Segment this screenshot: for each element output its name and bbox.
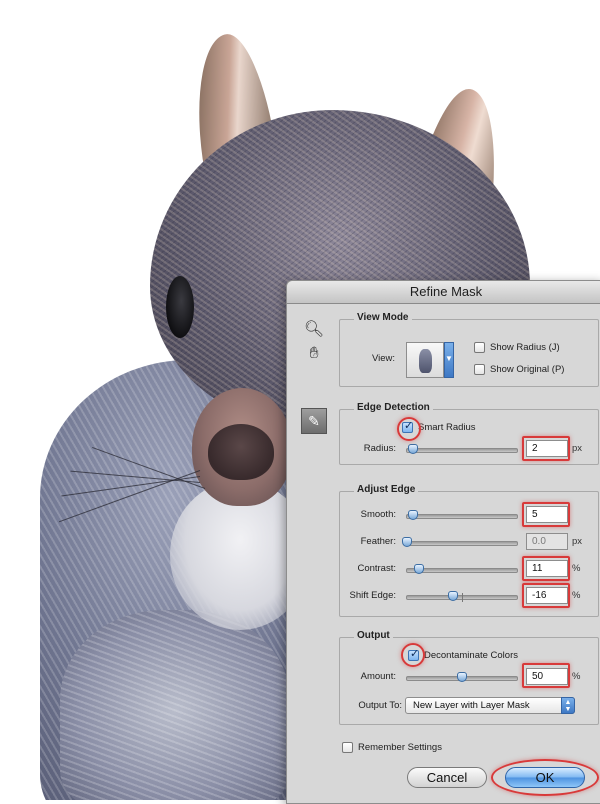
squirrel-arm — [60, 610, 290, 800]
adjust-edge-title: Adjust Edge — [354, 484, 419, 495]
view-mode-thumbnail[interactable] — [406, 342, 444, 378]
output-to-label: Output To: — [358, 700, 402, 711]
edge-detection-title: Edge Detection — [354, 402, 433, 413]
view-thumbnail-image — [419, 349, 432, 373]
contrast-unit: % — [572, 563, 581, 574]
shift-edge-unit: % — [572, 590, 581, 601]
feather-slider[interactable] — [402, 537, 518, 547]
shift-edge-slider[interactable] — [406, 591, 518, 602]
show-original-label: Show Original (P) — [490, 364, 565, 375]
shift-edge-slider-thumb[interactable] — [448, 591, 459, 601]
contrast-slider-thumb[interactable] — [414, 564, 425, 574]
view-label: View: — [372, 353, 396, 364]
feather-label: Feather: — [360, 536, 396, 547]
show-radius-checkbox[interactable] — [474, 342, 485, 353]
radius-label: Radius: — [363, 443, 396, 454]
highlight-box-amount — [522, 663, 570, 688]
highlight-box-contrast — [522, 556, 570, 581]
view-mode-dropdown-arrow-icon[interactable]: ▼ — [444, 342, 454, 378]
radius-slider-thumb[interactable] — [407, 444, 418, 454]
amount-slider[interactable] — [406, 672, 518, 682]
cancel-button[interactable]: Cancel — [407, 767, 487, 788]
feather-unit: px — [572, 536, 583, 547]
smooth-label: Smooth: — [360, 509, 396, 520]
feather-input[interactable]: 0.0 — [526, 533, 568, 550]
highlight-ring-ok — [491, 759, 599, 796]
select-arrows-icon: ▲ ▼ — [561, 697, 575, 714]
show-original-checkbox[interactable] — [474, 364, 485, 375]
refine-radius-brush-icon[interactable]: ✎ — [301, 408, 327, 434]
show-radius-label: Show Radius (J) — [490, 342, 560, 353]
output-to-value: New Layer with Layer Mask — [413, 700, 530, 711]
output-to-select[interactable]: New Layer with Layer Mask ▲ ▼ — [405, 697, 575, 714]
amount-slider-thumb[interactable] — [457, 672, 467, 682]
shift-edge-center-tick — [462, 593, 463, 602]
shift-edge-label: Shift Edge: — [349, 590, 396, 601]
radius-slider[interactable] — [406, 444, 518, 454]
highlight-box-shift-edge — [522, 583, 570, 608]
highlight-ring-smart-radius — [397, 417, 421, 441]
hand-tool-icon[interactable]: ✋︎ — [303, 343, 325, 365]
highlight-box-radius — [522, 436, 570, 461]
smooth-slider[interactable] — [406, 510, 518, 520]
output-title: Output — [354, 630, 393, 641]
radius-unit: px — [572, 443, 583, 454]
view-mode-title: View Mode — [354, 312, 412, 323]
amount-label: Amount: — [360, 671, 396, 682]
contrast-slider[interactable] — [406, 564, 518, 574]
squirrel-nose — [208, 424, 274, 480]
smooth-slider-thumb[interactable] — [407, 510, 418, 520]
remember-settings-checkbox[interactable] — [342, 742, 353, 753]
squirrel-eye — [166, 276, 194, 338]
zoom-tool-icon[interactable]: 🔍︎ — [303, 319, 325, 341]
amount-unit: % — [572, 671, 581, 682]
refine-mask-dialog: Refine Mask 🔍︎ ✋︎ ✎ View Mode View: ▼ Sh… — [286, 280, 600, 804]
highlight-box-smooth — [522, 502, 570, 527]
contrast-label: Contrast: — [357, 563, 396, 574]
feather-slider-thumb[interactable] — [402, 537, 412, 547]
dialog-title: Refine Mask — [287, 281, 600, 304]
smart-radius-label: Smart Radius — [418, 422, 476, 433]
remember-settings-label: Remember Settings — [358, 742, 442, 753]
decontaminate-colors-label: Decontaminate Colors — [424, 650, 518, 661]
highlight-ring-decontaminate — [401, 643, 425, 667]
view-mode-group: View Mode View: ▼ Show Radius (J) Show O… — [339, 312, 599, 387]
